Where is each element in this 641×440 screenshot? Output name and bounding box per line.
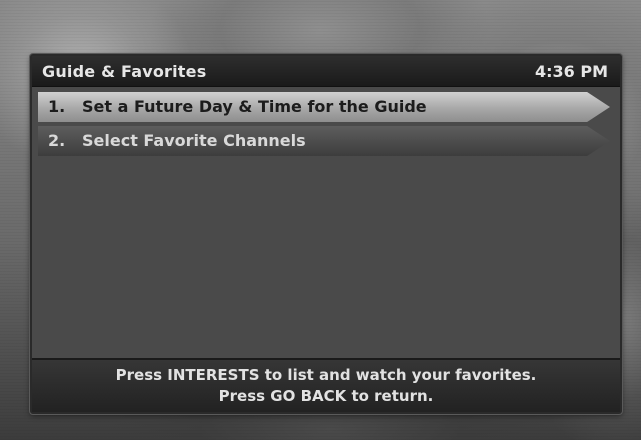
menu-title: Guide & Favorites — [42, 62, 207, 81]
menu-item-set-future-day-time[interactable]: 1. Set a Future Day & Time for the Guide — [38, 92, 610, 122]
menu-item-label: Select Favorite Channels — [82, 131, 306, 150]
menu-item-select-favorite-channels[interactable]: 2. Select Favorite Channels — [38, 126, 610, 156]
menu-item-number: 1. — [48, 97, 66, 116]
help-text-go-back: Press GO BACK to return. — [218, 387, 434, 405]
title-bar: Guide & Favorites 4:36 PM — [32, 56, 620, 87]
help-text-interests: Press INTERESTS to list and watch your f… — [115, 366, 537, 384]
menu-list: 1. Set a Future Day & Time for the Guide… — [38, 92, 610, 160]
clock-time: 4:36 PM — [534, 62, 608, 81]
guide-favorites-menu: Guide & Favorites 4:36 PM 1. Set a Futur… — [30, 54, 622, 414]
help-bar: Press INTERESTS to list and watch your f… — [32, 358, 620, 412]
menu-item-number: 2. — [48, 131, 66, 150]
menu-item-label: Set a Future Day & Time for the Guide — [82, 97, 427, 116]
